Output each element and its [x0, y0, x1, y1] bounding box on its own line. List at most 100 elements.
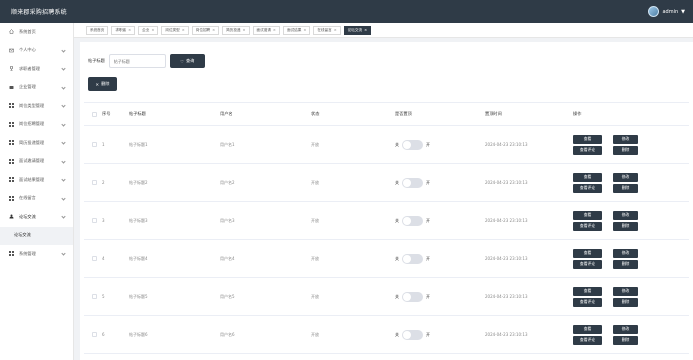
sidebar-item-12[interactable]: 论坛交流 — [0, 226, 73, 245]
cell-status: 开放 — [311, 141, 319, 147]
select-all-checkbox[interactable] — [92, 111, 97, 117]
sidebar-item-5[interactable]: 岗位类型管理 — [0, 97, 73, 116]
toggle-track[interactable] — [402, 215, 423, 226]
tab-7[interactable]: 面试邀请 × — [252, 25, 280, 35]
toggle-track[interactable] — [402, 329, 423, 340]
delete-button[interactable]: 删除 — [613, 183, 638, 193]
posts-table: 序号 帖子标题 用户名 状态 是否置顶 置顶时间 操作 1 帖子标题1 用户名1 开放… — [84, 102, 689, 354]
sidebar-item-11[interactable]: 论坛交流 — [0, 208, 73, 227]
delete-button[interactable]: 删除 — [613, 259, 638, 269]
tab-2[interactable]: 求职者 × — [111, 25, 136, 35]
top-header: 顺来郡采购招聘系统 admin ▼ — [0, 0, 693, 23]
edit-button[interactable]: 修改 — [613, 210, 638, 220]
tab-label: 系统首页 — [90, 27, 105, 32]
close-icon[interactable]: × — [273, 28, 276, 32]
row-checkbox[interactable] — [92, 294, 97, 299]
toggle-track[interactable] — [402, 139, 423, 150]
close-icon[interactable]: × — [303, 28, 306, 32]
tab-8[interactable]: 面试结果 × — [282, 25, 311, 35]
close-icon[interactable]: × — [243, 28, 246, 32]
sidebar-item-3[interactable]: 求职者管理 — [0, 60, 73, 79]
cell-title: 帖子标题5 — [129, 293, 148, 299]
username[interactable]: admin — [662, 9, 678, 15]
top-switch[interactable]: 关开 — [395, 253, 485, 264]
close-icon[interactable]: × — [128, 28, 131, 32]
toggle-track[interactable] — [402, 253, 423, 264]
view-button[interactable]: 查看 — [573, 172, 602, 182]
tab-4[interactable]: 岗位类型 × — [161, 25, 189, 35]
top-switch[interactable]: 关开 — [395, 291, 485, 302]
switch-on-label: 开 — [426, 141, 430, 147]
delete-button[interactable]: 删除 — [613, 145, 638, 155]
toggle-track[interactable] — [402, 291, 423, 302]
tab-10[interactable]: 论坛交流 × — [343, 25, 372, 35]
close-icon[interactable]: × — [182, 28, 185, 32]
close-icon[interactable]: × — [212, 28, 215, 32]
edit-button[interactable]: 修改 — [613, 248, 638, 258]
view-button[interactable]: 查看 — [573, 286, 602, 296]
view-comments-button[interactable]: 查看评论 — [573, 221, 602, 231]
top-switch[interactable]: 关开 — [395, 329, 485, 340]
delete-button[interactable]: 删除 — [613, 297, 638, 307]
row-checkbox[interactable] — [92, 142, 97, 147]
cell-status: 开放 — [311, 179, 319, 185]
switch-on-label: 开 — [426, 293, 430, 299]
caret-down-icon[interactable]: ▼ — [681, 9, 685, 15]
sidebar-item-label: 系统管理 — [19, 250, 36, 256]
view-comments-button[interactable]: 查看评论 — [573, 335, 602, 345]
tab-1[interactable]: 系统首页 — [86, 25, 109, 35]
sidebar-item-4[interactable]: 企业管理 — [0, 79, 73, 98]
edit-button[interactable]: 修改 — [613, 172, 638, 182]
view-comments-button[interactable]: 查看评论 — [573, 297, 602, 307]
top-switch[interactable]: 关开 — [395, 177, 485, 188]
row-checkbox[interactable] — [92, 256, 97, 261]
user-menu[interactable]: admin ▼ — [648, 6, 685, 17]
cell-index: 5 — [102, 294, 105, 299]
edit-button[interactable]: 修改 — [613, 134, 638, 144]
sidebar-item-1[interactable]: 系统首页 — [0, 23, 73, 42]
sidebar-item-9[interactable]: 面试结果管理 — [0, 171, 73, 190]
close-icon[interactable]: × — [364, 28, 367, 32]
row-checkbox[interactable] — [92, 180, 97, 185]
table-row: 6 帖子标题6 用户名6 开放关开 2024-04-23 23:10:13 查看 修改 查看评… — [84, 316, 689, 354]
search-input[interactable] — [108, 54, 166, 68]
sidebar-item-label: 简历投递管理 — [19, 139, 45, 145]
view-button[interactable]: 查看 — [573, 248, 602, 258]
edit-button[interactable]: 修改 — [613, 324, 638, 334]
chevron-down-icon — [61, 103, 66, 108]
toggle-track[interactable] — [402, 177, 423, 188]
header-top: 是否置顶 — [395, 111, 412, 116]
edit-button[interactable]: 修改 — [613, 286, 638, 296]
sidebar-item-label: 企业管理 — [19, 84, 36, 90]
tab-6[interactable]: 简历投递 × — [222, 25, 250, 35]
close-icon[interactable]: × — [334, 28, 337, 32]
sidebar-item-7[interactable]: 简历投递管理 — [0, 134, 73, 153]
view-button[interactable]: 查看 — [573, 134, 602, 144]
header-user: 用户名 — [220, 111, 233, 116]
top-switch[interactable]: 关开 — [395, 215, 485, 226]
view-button[interactable]: 查看 — [573, 210, 602, 220]
sidebar-item-2[interactable]: 个人中心 — [0, 42, 73, 61]
view-comments-button[interactable]: 查看评论 — [573, 259, 602, 269]
tab-5[interactable]: 岗位招聘 × — [191, 25, 220, 35]
delete-button[interactable]: 删除 — [613, 335, 638, 345]
row-checkbox[interactable] — [92, 218, 97, 223]
tab-label: 简历投递 — [226, 27, 241, 32]
tab-3[interactable]: 企业 × — [138, 25, 159, 35]
sidebar-item-6[interactable]: 岗位招聘管理 — [0, 116, 73, 135]
top-switch[interactable]: 关开 — [395, 139, 485, 150]
tab-9[interactable]: 在线留言 × — [313, 25, 341, 35]
sidebar-item-13[interactable]: 系统管理 — [0, 245, 73, 264]
sidebar-item-8[interactable]: 面试邀请管理 — [0, 153, 73, 172]
close-icon[interactable]: × — [151, 28, 154, 32]
batch-delete-button[interactable]: ✕ 删除 — [88, 77, 117, 91]
delete-button[interactable]: 删除 — [613, 221, 638, 231]
row-checkbox[interactable] — [92, 332, 97, 337]
sidebar-item-10[interactable]: 在线留言 — [0, 190, 73, 209]
grid-icon — [9, 158, 14, 164]
view-comments-button[interactable]: 查看评论 — [573, 145, 602, 155]
view-comments-button[interactable]: 查看评论 — [573, 183, 602, 193]
query-button[interactable]: ♡ 查询 — [169, 54, 205, 68]
view-button[interactable]: 查看 — [573, 324, 602, 334]
avatar[interactable] — [648, 6, 660, 17]
